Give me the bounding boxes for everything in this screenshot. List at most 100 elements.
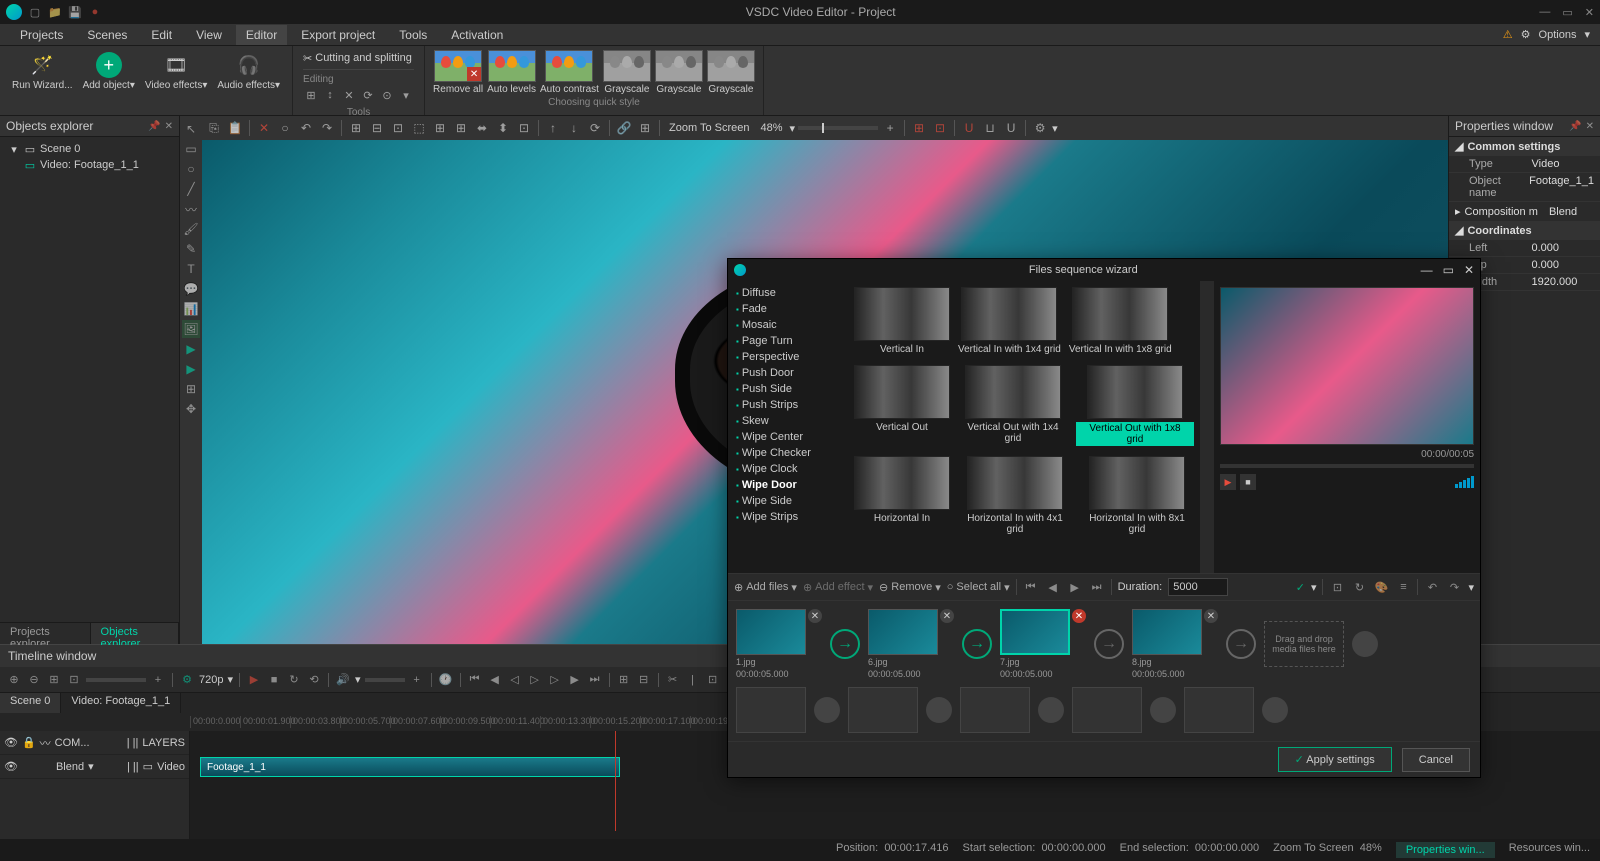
menu-tools[interactable]: Tools (389, 25, 437, 45)
tl-cut-icon[interactable]: ✂ (665, 672, 681, 688)
video-effects-button[interactable]: 🎞 Video effects▾ (141, 50, 211, 93)
tool-icon[interactable]: ↕ (322, 87, 338, 103)
group-icon[interactable]: ⊞ (636, 119, 654, 137)
eye-icon[interactable]: 👁 (4, 760, 18, 773)
tl-zoom-slider[interactable] (86, 678, 146, 682)
line-icon[interactable]: ╱ (182, 180, 200, 198)
seq-prev-icon[interactable]: ◀ (1045, 579, 1061, 595)
maximize-icon[interactable]: ▭ (1562, 6, 1572, 19)
tl-grid-icon[interactable]: ⊞ (46, 672, 62, 688)
options-label[interactable]: Options (1539, 29, 1577, 41)
preview-stop-icon[interactable]: ■ (1240, 474, 1256, 490)
pin-icon[interactable]: 📌 (148, 121, 160, 132)
style-grayscale-2[interactable]: Grayscale (655, 50, 703, 95)
align-icon[interactable]: ⊡ (515, 119, 533, 137)
expand-icon[interactable]: ▸ (1455, 205, 1461, 218)
dropdown-icon[interactable]: ▾ (1311, 581, 1317, 594)
tl-prev-icon[interactable]: ◀ (487, 672, 503, 688)
tl-first-icon[interactable]: ⏮ (467, 672, 483, 688)
tl-tab-scene[interactable]: Scene 0 (0, 693, 61, 713)
minimize-icon[interactable]: — (1539, 6, 1550, 19)
status-tab-resources[interactable]: Resources win... (1509, 842, 1590, 858)
curve-icon[interactable]: 〰 (182, 200, 200, 218)
empty-slot[interactable] (960, 687, 1030, 733)
preset-thumb[interactable]: Vertical Out with 1x8 grid (1076, 365, 1194, 446)
dialog-close-icon[interactable]: ✕ (1464, 263, 1474, 277)
transition-item[interactable]: Push Strips (732, 397, 844, 413)
transition-item[interactable]: Wipe Door (732, 477, 844, 493)
tl-zoom-plus-icon[interactable]: + (150, 672, 166, 688)
tool-icon[interactable]: ⟳ (360, 87, 376, 103)
tl-tab-video[interactable]: Video: Footage_1_1 (61, 693, 181, 713)
crop-icon[interactable]: ⊡ (1329, 579, 1345, 595)
align-icon[interactable]: ⬌ (473, 119, 491, 137)
preset-thumb[interactable]: Horizontal In (854, 456, 950, 535)
preset-thumb[interactable]: Vertical Out (854, 365, 950, 446)
transition-item[interactable]: Wipe Side (732, 493, 844, 509)
transition-item[interactable]: Wipe Clock (732, 461, 844, 477)
tl-vol-icon[interactable]: 🔊 (335, 672, 351, 688)
tool-icon[interactable]: ✕ (341, 87, 357, 103)
duration-input[interactable] (1168, 578, 1228, 596)
delete-icon[interactable]: ✕ (255, 119, 273, 137)
seq-first-icon[interactable]: ⏮ (1023, 579, 1039, 595)
arrow-up-icon[interactable]: ↑ (544, 119, 562, 137)
tree-video-item[interactable]: ▭ Video: Footage_1_1 (4, 157, 175, 173)
empty-transition[interactable] (814, 697, 840, 723)
prop-val[interactable]: Footage_1_1 (1529, 175, 1594, 199)
collapse-icon[interactable]: ◢ (1455, 224, 1463, 237)
empty-transition[interactable] (1262, 697, 1288, 723)
audio-effects-button[interactable]: 🎧 Audio effects▾ (213, 50, 284, 93)
grid-icon[interactable]: ⊞ (910, 119, 928, 137)
menu-export[interactable]: Export project (291, 25, 385, 45)
rect-icon[interactable]: ▭ (182, 140, 200, 158)
tl-split-icon[interactable]: | (685, 672, 701, 688)
rotate-icon[interactable]: ⟳ (586, 119, 604, 137)
arrow-down-icon[interactable]: ↓ (565, 119, 583, 137)
color-icon[interactable]: 🎨 (1373, 579, 1389, 595)
save-icon[interactable]: 💾 (68, 5, 82, 19)
transition-item[interactable]: Skew (732, 413, 844, 429)
tl-nextf-icon[interactable]: ▷ (547, 672, 563, 688)
warning-icon[interactable]: ⚠ (1503, 28, 1513, 41)
open-icon[interactable]: 📁 (48, 5, 62, 19)
run-wizard-button[interactable]: 🪄 Run Wizard... (8, 50, 77, 93)
tl-last-icon[interactable]: ⏭ (587, 672, 603, 688)
transition-item[interactable]: Push Side (732, 381, 844, 397)
align-icon[interactable]: ⊞ (452, 119, 470, 137)
empty-transition[interactable] (1038, 697, 1064, 723)
seq-last-icon[interactable]: ⏭ (1089, 579, 1105, 595)
preview-play-icon[interactable]: ▶ (1220, 474, 1236, 490)
video-icon[interactable]: ▶ (182, 340, 200, 358)
tl-crop-icon[interactable]: ⊡ (705, 672, 721, 688)
transition-item[interactable]: Wipe Checker (732, 445, 844, 461)
record-icon[interactable]: ● (88, 5, 102, 19)
dialog-maximize-icon[interactable]: ▭ (1443, 263, 1454, 277)
align-icon[interactable]: ⊟ (368, 119, 386, 137)
copy-icon[interactable]: ⎘ (205, 119, 223, 137)
menu-editor[interactable]: Editor (236, 25, 287, 45)
u2-icon[interactable]: U (1002, 119, 1020, 137)
dropdown-icon[interactable]: ▾ (1052, 122, 1058, 135)
shape-icon[interactable]: ○ (276, 119, 294, 137)
remove-item-icon[interactable]: ✕ (1072, 609, 1086, 623)
preset-thumb[interactable]: Vertical In (854, 287, 950, 355)
transition-item[interactable]: Wipe Center (732, 429, 844, 445)
tl-vol-slider[interactable] (365, 678, 405, 682)
prop-val[interactable]: 0.000 (1532, 259, 1595, 271)
zoom-dropdown-icon[interactable]: ▾ (790, 122, 796, 135)
remove-item-icon[interactable]: ✕ (808, 609, 822, 623)
scrollbar[interactable] (1200, 281, 1214, 573)
empty-slot[interactable] (848, 687, 918, 733)
preset-thumb[interactable]: Vertical In with 1x4 grid (958, 287, 1061, 355)
style-grayscale-1[interactable]: Grayscale (603, 50, 651, 95)
empty-transition[interactable] (1352, 631, 1378, 657)
grid2-icon[interactable]: ⊡ (931, 119, 949, 137)
sequence-item[interactable]: ✕6.jpg00:00:05.000 (868, 609, 954, 679)
remove-button[interactable]: ⊖Remove▾ (879, 581, 941, 594)
new-icon[interactable]: ▢ (28, 5, 42, 19)
tool-icon[interactable]: ▾ (398, 87, 414, 103)
close-panel-icon[interactable]: ✕ (165, 121, 173, 132)
menu-edit[interactable]: Edit (141, 25, 182, 45)
rotate-icon[interactable]: ↻ (1351, 579, 1367, 595)
